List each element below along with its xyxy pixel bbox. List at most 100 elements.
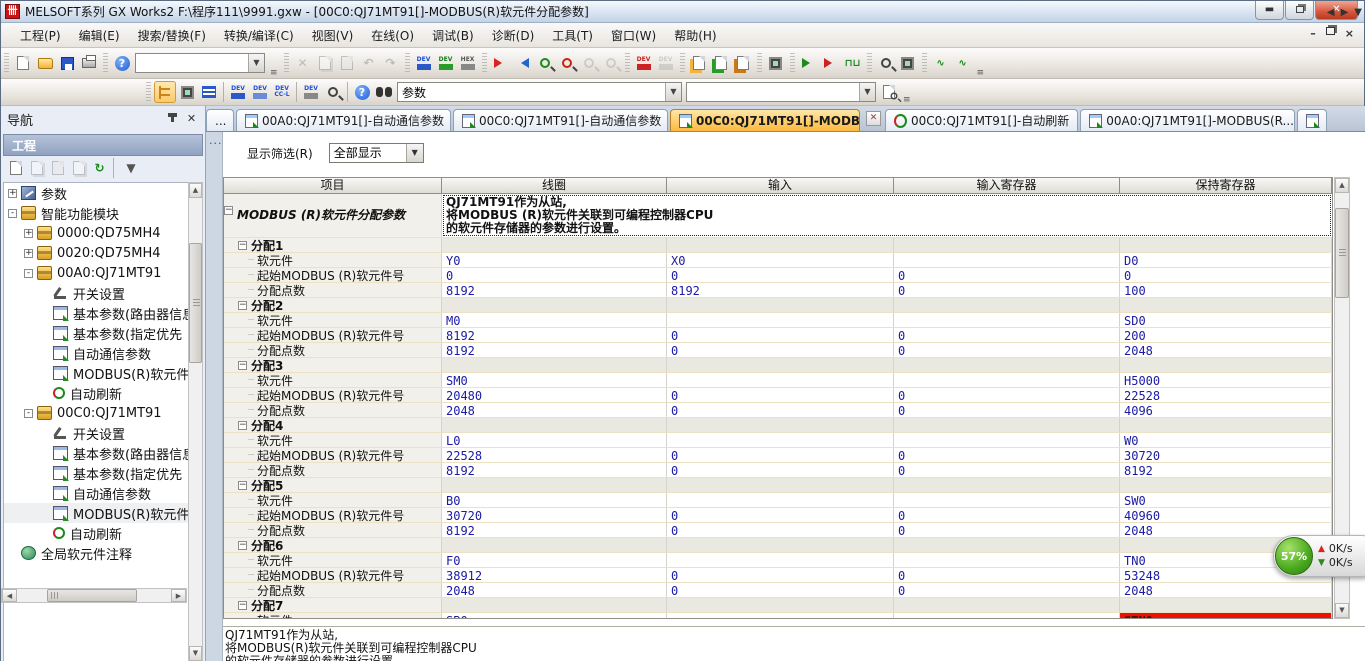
value-cell[interactable]: W0 (1120, 433, 1332, 447)
copy-icon[interactable] (27, 159, 46, 178)
value-cell[interactable]: 0 (894, 448, 1120, 462)
collapse-icon[interactable]: − (238, 241, 247, 250)
device-memory-icon[interactable]: DEV (436, 53, 456, 73)
tab-overflow[interactable]: ... (206, 109, 234, 131)
value-cell[interactable]: 0 (894, 523, 1120, 537)
value-cell[interactable]: 0 (894, 328, 1120, 342)
tree-node[interactable]: +参数 (4, 183, 188, 203)
value-cell[interactable]: 8192 (442, 283, 667, 297)
device-batch-icon[interactable]: DEV (634, 53, 654, 73)
nav-vertical-scrollbar[interactable]: ▲ ▼ (188, 182, 203, 661)
value-cell[interactable] (667, 238, 894, 252)
tree-node[interactable]: +基本参数(路由器信息 (4, 443, 188, 463)
value-cell[interactable]: M0 (442, 313, 667, 327)
tree-node[interactable]: +自动刷新 (4, 523, 188, 543)
outline-list-icon[interactable] (199, 82, 219, 102)
panel-splitter[interactable]: ... (206, 132, 223, 661)
value-cell[interactable]: SB0 (442, 613, 667, 619)
device-hex-icon[interactable]: HEX (458, 53, 478, 73)
value-cell[interactable]: 2048 (442, 583, 667, 597)
help-2-icon[interactable]: ? (352, 82, 372, 102)
menu-窗口[interactable]: 窗口(W) (602, 24, 665, 47)
value-cell[interactable]: 38912 (442, 568, 667, 582)
value-cell[interactable]: 8192 (442, 343, 667, 357)
module-monitor-icon[interactable] (898, 53, 918, 73)
collapse-icon[interactable]: - (8, 209, 17, 218)
value-cell[interactable] (894, 613, 1120, 619)
expand-icon[interactable]: + (24, 249, 33, 258)
value-cell[interactable]: 0 (1120, 268, 1332, 282)
copy-icon[interactable] (315, 53, 335, 73)
value-cell[interactable] (667, 433, 894, 447)
dev-view-icon[interactable]: DEV (301, 82, 321, 102)
value-cell[interactable] (894, 418, 1120, 432)
expand-icon[interactable]: + (8, 189, 17, 198)
menu-转换/编译[interactable]: 转换/编译(C) (215, 24, 303, 47)
value-cell[interactable] (894, 493, 1120, 507)
menu-在线[interactable]: 在线(O) (362, 24, 423, 47)
table-scroll-thumb[interactable] (1335, 208, 1349, 298)
value-cell[interactable]: 0 (667, 268, 894, 282)
column-header-保持寄存器[interactable]: 保持寄存器 (1120, 178, 1332, 193)
menu-诊断[interactable]: 诊断(D) (483, 24, 544, 47)
tab-3[interactable]: 00C0:QJ71MT91[]-MODB... (670, 109, 860, 131)
value-cell[interactable] (442, 238, 667, 252)
new-item-icon[interactable] (6, 159, 25, 178)
collapse-icon[interactable]: − (238, 481, 247, 490)
value-cell[interactable]: 0 (894, 508, 1120, 522)
value-cell[interactable] (667, 613, 894, 619)
tab-scroll-right-button[interactable]: ▶ (1341, 7, 1349, 18)
nav-horizontal-scrollbar[interactable]: ◀ ▶ (1, 588, 187, 603)
device-find-icon[interactable] (323, 82, 343, 102)
value-cell[interactable]: 100 (1120, 283, 1332, 297)
collapse-icon[interactable]: − (238, 541, 247, 550)
value-cell[interactable] (894, 433, 1120, 447)
collapse-icon[interactable]: − (238, 601, 247, 610)
tree-node[interactable]: +自动刷新 (4, 383, 188, 403)
wave-trace-icon[interactable]: ∿ (931, 53, 951, 73)
value-cell[interactable]: 200 (1120, 328, 1332, 342)
toolbar-overflow-icon[interactable]: ≡ (974, 68, 988, 78)
value-cell[interactable] (667, 538, 894, 552)
value-cell[interactable]: 2048 (442, 403, 667, 417)
tree-node[interactable]: -00A0:QJ71MT91 (4, 263, 188, 283)
value-cell[interactable]: 8192 (442, 463, 667, 477)
value-cell[interactable] (1120, 598, 1332, 612)
refresh-icon[interactable]: ↻ (90, 159, 109, 178)
value-cell[interactable] (894, 298, 1120, 312)
tree-node[interactable]: +开关设置 (4, 423, 188, 443)
value-cell[interactable] (1120, 418, 1332, 432)
value-cell[interactable] (894, 553, 1120, 567)
find-binoculars-icon[interactable] (374, 82, 394, 102)
value-cell[interactable]: SW0 (1120, 493, 1332, 507)
monitor-watch-stop-icon[interactable] (557, 53, 577, 73)
tree-node[interactable]: -智能功能模块 (4, 203, 188, 223)
value-cell[interactable]: D0 (1120, 253, 1332, 267)
value-cell[interactable]: 22528 (1120, 388, 1332, 402)
doc-import-icon[interactable] (733, 53, 753, 73)
column-header-线圈[interactable]: 线圈 (442, 178, 667, 193)
tab-1[interactable]: 00A0:QJ71MT91[]-自动通信参数 (236, 109, 451, 131)
value-cell[interactable] (1120, 238, 1332, 252)
net-speed-widget[interactable]: 57% ▲0K/s ▼0K/s (1273, 535, 1365, 577)
tree-node[interactable]: +自动通信参数 (4, 483, 188, 503)
nav-close-icon[interactable]: ✕ (184, 112, 199, 127)
tab-scroll-left-button[interactable]: ◀ (1327, 7, 1335, 18)
tab-partial[interactable] (1297, 109, 1327, 131)
collapse-icon[interactable]: − (238, 361, 247, 370)
toolbar-overflow-icon[interactable]: ≡ (900, 95, 914, 105)
value-cell[interactable]: L0 (442, 433, 667, 447)
scroll-up-arrow[interactable]: ▲ (189, 183, 202, 198)
module-config-icon[interactable] (177, 82, 197, 102)
copy-info-icon[interactable] (69, 159, 88, 178)
monitor-resume-icon[interactable] (601, 53, 621, 73)
value-cell[interactable]: 0 (894, 463, 1120, 477)
cut-icon[interactable]: ✕ (293, 53, 313, 73)
wave-setting-icon[interactable]: ∿ (953, 53, 973, 73)
expand-icon[interactable]: + (24, 229, 33, 238)
menu-调试[interactable]: 调试(B) (423, 24, 483, 47)
print-icon[interactable] (79, 53, 99, 73)
pin-icon[interactable] (165, 112, 180, 127)
value-cell[interactable]: 0 (894, 568, 1120, 582)
monitor-pause-icon[interactable] (579, 53, 599, 73)
